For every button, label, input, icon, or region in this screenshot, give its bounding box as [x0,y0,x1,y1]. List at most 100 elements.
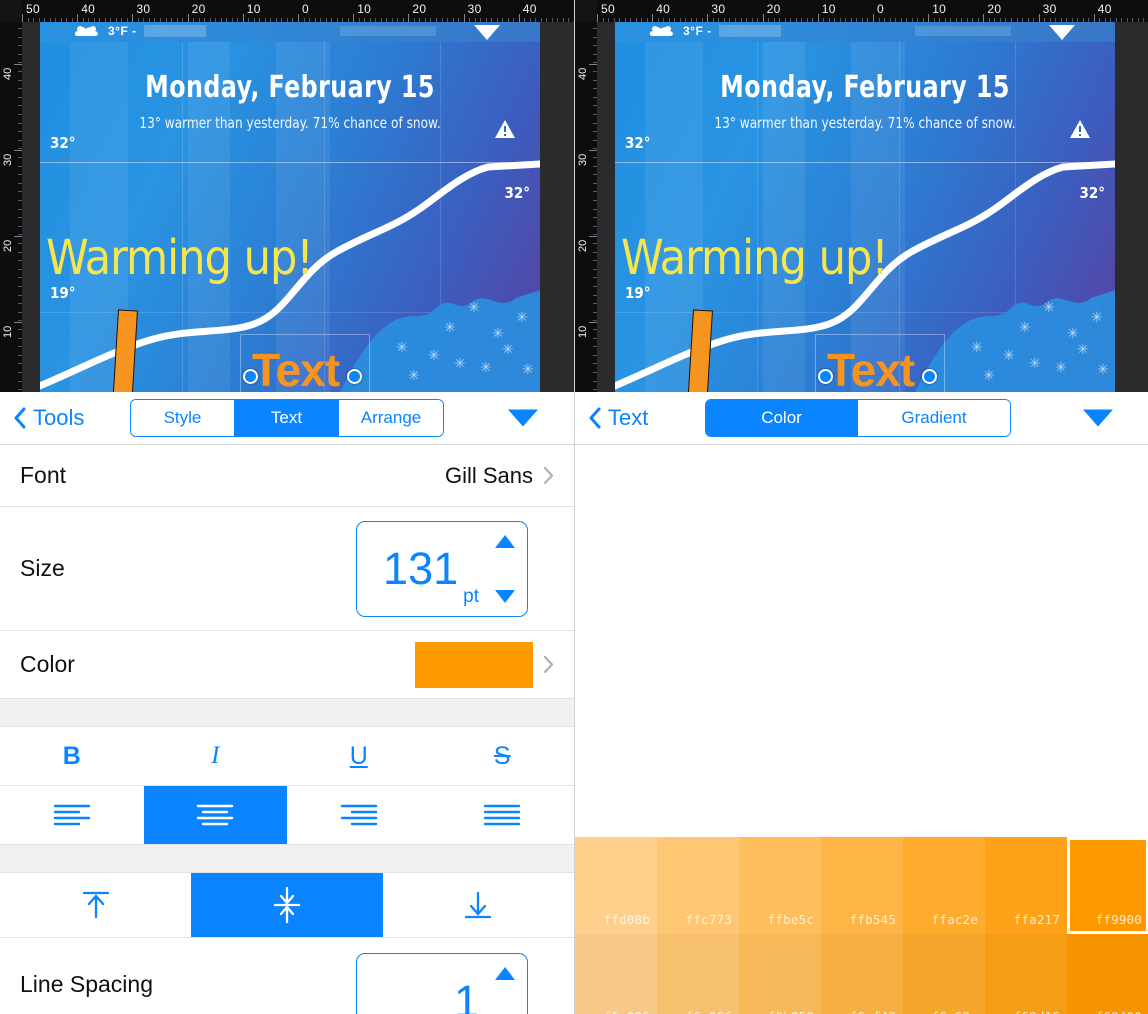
color-tabs[interactable]: Color Gradient [705,399,1011,437]
color-swatch[interactable]: f69d16 [985,934,1067,1014]
selection-handle-left[interactable] [243,369,258,384]
ruler-minor-tick [828,18,830,22]
color-swatch[interactable]: f6b859 [739,934,821,1014]
color-swatch[interactable]: f69400 [1067,934,1148,1014]
ruler-major-tick [1038,14,1040,22]
ruler-label: 10 [577,325,589,338]
font-size-decrement-icon[interactable] [495,589,515,603]
document-page[interactable]: ✳ ✳ ✳ ✳ ✳ ✳ ✳ ✳ ✳ ✳ ✳ 3°F - Monday, Febr… [40,22,540,392]
underline-button[interactable]: U [287,727,431,785]
ruler-major-tick [983,14,985,22]
ruler-minor-tick [143,18,145,22]
align-left-button[interactable] [0,786,144,844]
ruler-minor-tick [593,303,597,305]
ruler-minor-tick [593,191,597,193]
tab-arrange[interactable]: Arrange [339,400,443,436]
ruler-minor-tick [18,182,22,184]
ruler-minor-tick [1055,18,1057,22]
back-to-text-button[interactable]: Text [588,405,648,431]
valign-middle-icon [273,886,301,924]
valign-middle-button[interactable] [191,873,383,937]
italic-button[interactable]: I [143,727,287,785]
selection-handle-right[interactable] [922,369,937,384]
line-spacing-increment-icon[interactable] [495,967,515,980]
color-swatch[interactable]: ffd08b [575,837,657,934]
font-row[interactable]: Font Gill Sans [0,445,574,507]
ruler-label: 50 [601,2,615,16]
ruler-minor-tick [18,139,22,141]
ruler-minor-tick [1044,18,1046,22]
cloud-icon [649,26,673,36]
font-size-increment-icon[interactable] [495,534,515,548]
back-to-tools-button[interactable]: Tools [13,405,84,431]
color-swatch[interactable]: ffb545 [821,837,903,934]
ruler-minor-tick [18,96,22,98]
horizontal-ruler[interactable]: 504030201001020304050 [0,0,574,22]
color-swatch[interactable]: f6af43 [821,934,903,1014]
color-row[interactable]: Color [0,631,574,699]
color-swatch[interactable]: f6c986 [575,934,657,1014]
color-swatch[interactable]: ffc773 [657,837,739,934]
tab-color[interactable]: Color [706,400,858,436]
color-swatch-hex-label: f69d16 [1014,1009,1060,1014]
ruler-minor-tick [469,18,471,22]
ruler-minor-tick [18,200,22,201]
color-swatch-preview[interactable] [415,641,533,688]
color-swatch-hex-label: f6c06f [686,1009,732,1014]
bold-button[interactable]: B [0,727,144,785]
ruler-minor-tick [751,18,753,22]
ruler-minor-tick [839,18,841,22]
ruler-label: 20 [191,2,206,16]
canvas-area-left[interactable]: ✳ ✳ ✳ ✳ ✳ ✳ ✳ ✳ ✳ ✳ ✳ 3°F - Monday, Febr… [0,0,574,392]
selection-handle-left[interactable] [818,369,833,384]
tab-text[interactable]: Text [235,400,339,436]
ruler-minor-tick [663,18,665,22]
color-swatch[interactable]: ffac2e [903,837,985,934]
line-spacing-stepper[interactable]: 1 [356,953,528,1014]
ruler-minor-tick [593,294,597,296]
inspector-tabs-left[interactable]: Style Text Arrange [130,399,444,437]
selection-handle-right[interactable] [347,369,362,384]
ruler-major-tick [652,14,654,22]
color-swatch[interactable]: ffa217 [985,837,1067,934]
ruler-minor-tick [895,18,897,22]
ruler-minor-tick [18,329,22,330]
document-page[interactable]: ✳ ✳ ✳ ✳ ✳ ✳ ✳ ✳ ✳ ✳ ✳ 3°F - Monday, Febr… [615,22,1115,392]
tab-gradient[interactable]: Gradient [858,400,1010,436]
font-size-stepper[interactable]: 131 pt [356,520,528,617]
ruler-minor-tick [790,18,792,22]
selected-text-object[interactable]: Text [252,347,340,392]
font-size-value: 131 [383,543,459,594]
tab-style[interactable]: Style [131,400,235,436]
ruler-minor-tick [419,18,421,22]
vertical-ruler[interactable]: 40 30 20 10 [0,22,22,392]
canvas-area-right[interactable]: ✳ ✳ ✳ ✳ ✳ ✳ ✳ ✳ ✳ ✳ ✳ 3°F - Monday, Febr… [575,0,1148,392]
align-right-button[interactable] [287,786,431,844]
ruler-major-tick [589,236,597,237]
color-swatch[interactable]: ffbe5c [739,837,821,934]
ruler-minor-tick [939,18,941,22]
ruler-minor-tick [718,18,720,22]
back-button-label: Text [608,405,649,430]
ruler-minor-tick [55,18,57,22]
color-swatch-grid[interactable]: ffd08b ffc773 ffbe5c ffb545 ffac2e ffa217 ff99… [575,837,1148,1014]
color-swatch[interactable]: f6c06f [657,934,739,1014]
ruler-label: 40 [2,67,14,80]
collapse-panel-icon[interactable] [508,409,538,427]
align-center-button[interactable] [143,786,287,844]
horizontal-ruler[interactable]: 504030201001020304050 [575,0,1148,22]
color-swatch[interactable]: f6a62c [903,934,985,1014]
ruler-minor-tick [458,18,460,22]
valign-top-button[interactable] [0,873,192,937]
strikethrough-button[interactable]: S [430,727,574,785]
ruler-label: 40 [1097,2,1112,16]
ruler-label: 10 [821,2,836,16]
ruler-minor-tick [593,286,597,287]
vertical-ruler[interactable]: 40 30 20 10 [575,22,597,392]
align-justify-button[interactable] [430,786,574,844]
color-swatch[interactable]: ff9900 [1067,837,1148,934]
ruler-minor-tick [889,18,891,22]
collapse-panel-icon[interactable] [1083,409,1113,427]
ruler-label: 20 [2,239,14,252]
selected-text-object[interactable]: Text [827,347,915,392]
